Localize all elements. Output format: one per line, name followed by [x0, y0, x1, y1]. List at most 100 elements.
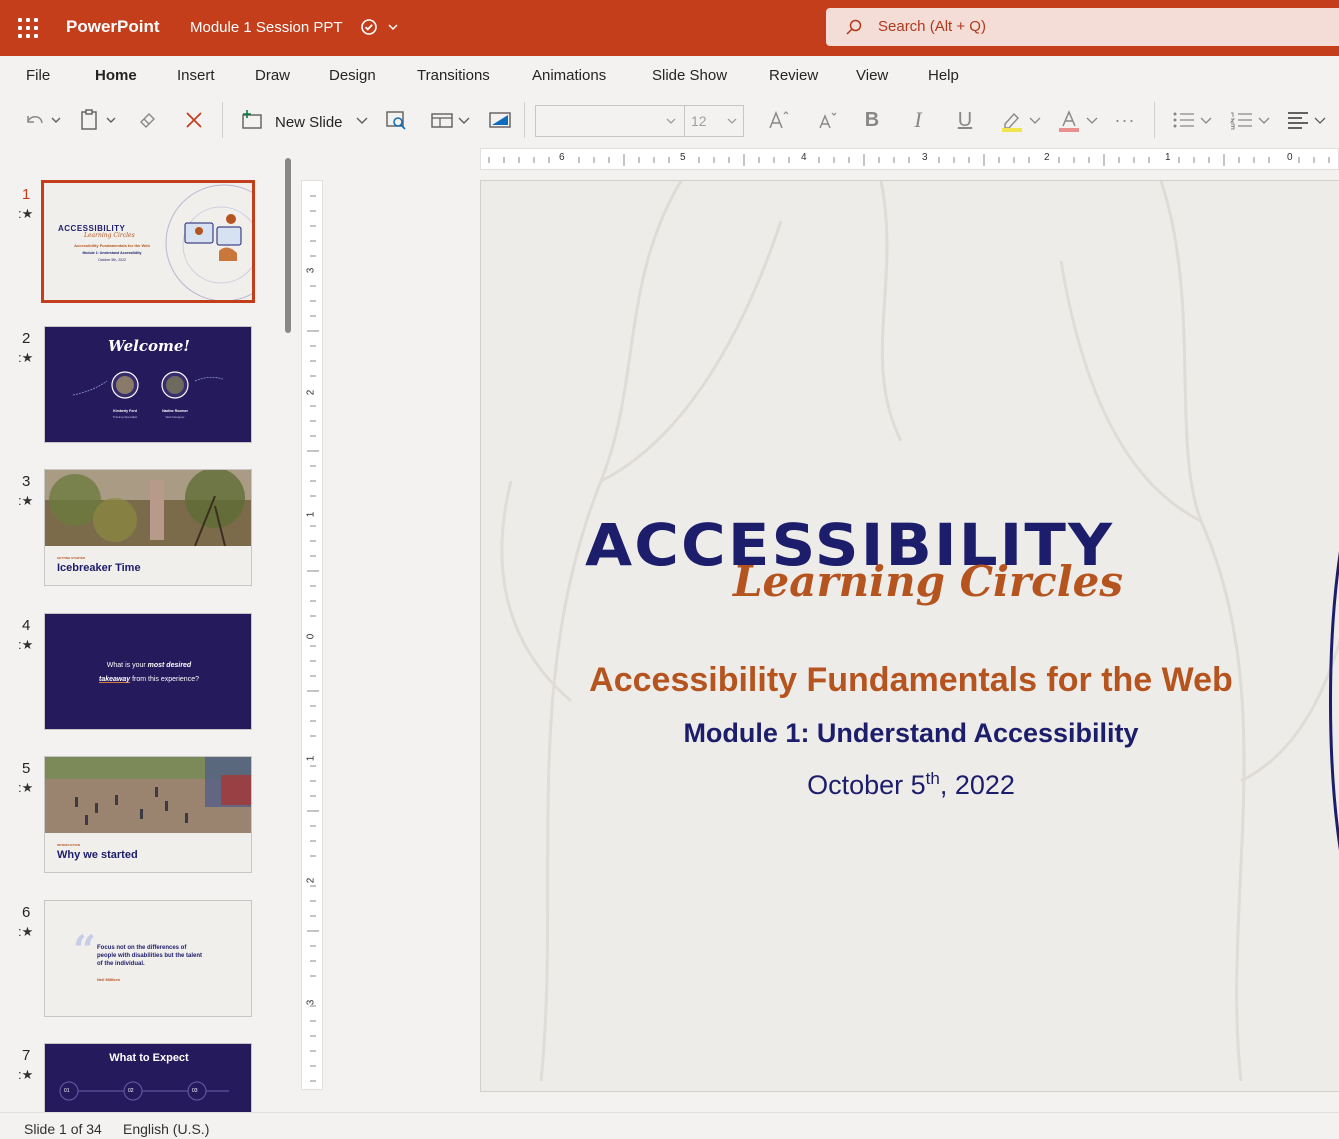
- language-indicator[interactable]: English (U.S.): [123, 1121, 209, 1137]
- horizontal-ruler: 6 5 4 3 2 1 0: [480, 148, 1339, 170]
- font-size-select[interactable]: 12: [684, 105, 744, 137]
- chevron-down-icon[interactable]: [386, 18, 400, 36]
- thumb-title: What to Expect: [109, 1052, 189, 1064]
- chevron-down-icon: [666, 118, 676, 124]
- thumb-question-line2: takeaway from this experience?: [45, 676, 251, 683]
- delete-icon[interactable]: [180, 106, 208, 134]
- ruler-label: 5: [680, 152, 686, 163]
- thumb-text: from this experience?: [130, 676, 199, 683]
- search-icon: [846, 19, 862, 35]
- vertical-ruler: 3 2 1 0 1 2 3: [301, 180, 323, 1090]
- status-bar: Slide 1 of 34 English (U.S.): [0, 1112, 1339, 1139]
- tab-insert[interactable]: Insert: [177, 67, 215, 84]
- layout-button[interactable]: [428, 106, 474, 134]
- italic-icon[interactable]: I: [904, 106, 932, 134]
- search-input[interactable]: Search (Alt + Q): [826, 8, 1339, 46]
- tree-background-image: [500, 181, 1339, 1082]
- slide-date-year: , 2022: [939, 770, 1015, 800]
- slide-date[interactable]: October 5th, 2022: [481, 769, 1339, 801]
- tab-transitions[interactable]: Transitions: [417, 67, 490, 84]
- numbering-button[interactable]: [1224, 106, 1274, 134]
- thumb-photo-crowd: [45, 757, 251, 833]
- ruler-label: 1: [305, 511, 317, 518]
- grow-font-icon[interactable]: [758, 106, 796, 134]
- thumbnail-slide-3[interactable]: GETTING STARTED Icebreaker Time: [44, 469, 252, 586]
- thumb-date: October 5th, 2022: [97, 258, 127, 262]
- app-name[interactable]: PowerPoint: [66, 17, 160, 37]
- thumb-illustration: [165, 184, 252, 300]
- align-button[interactable]: [1282, 106, 1332, 134]
- thumb-subtitle: Module 1: Understand Accessibility: [82, 251, 142, 255]
- slide-counter[interactable]: Slide 1 of 34: [24, 1121, 102, 1137]
- title-bar: PowerPoint Module 1 Session PPT Search (…: [0, 0, 1339, 56]
- tab-help[interactable]: Help: [928, 67, 959, 84]
- tab-review[interactable]: Review: [769, 67, 818, 84]
- animation-star-icon: :★: [18, 924, 34, 939]
- bullets-button[interactable]: [1166, 106, 1216, 134]
- thumb-person-2: Nadine Roomer: [162, 409, 188, 413]
- animation-star-icon: :★: [18, 780, 34, 795]
- tab-slide-show[interactable]: Slide Show: [652, 67, 727, 84]
- font-color-button[interactable]: [1054, 106, 1104, 134]
- font-family-select[interactable]: [535, 105, 685, 137]
- ruler-label: 3: [922, 152, 928, 163]
- thumb-question-line1: What is your most desired: [45, 662, 251, 669]
- tab-design[interactable]: Design: [329, 67, 376, 84]
- animation-star-icon: :★: [18, 493, 34, 508]
- chevron-down-icon: [727, 118, 737, 124]
- thumbnail-scrollbar[interactable]: [285, 158, 291, 333]
- thumbnail-slide-7[interactable]: What to Expect 01 02 03: [44, 1043, 252, 1112]
- thumbnail-number: 5: [22, 760, 31, 777]
- tab-draw[interactable]: Draw: [255, 67, 290, 84]
- thumb-person-1: Kimberly Ford: [113, 409, 137, 413]
- ruler-label: 1: [305, 755, 317, 762]
- more-options-icon[interactable]: ···: [1110, 106, 1140, 134]
- format-background-icon[interactable]: [486, 106, 514, 134]
- thumb-title: Icebreaker Time: [57, 562, 141, 574]
- tab-view[interactable]: View: [856, 67, 888, 84]
- highlight-color-button[interactable]: [996, 106, 1046, 134]
- underline-icon[interactable]: U: [951, 106, 979, 134]
- thumb-avatars: [72, 371, 224, 399]
- brand-script: Learning Circles: [733, 557, 1124, 606]
- thumb-quote: Focus not on the differences of people w…: [97, 945, 203, 967]
- thumbnail-slide-1[interactable]: ACCESSIBILITY Learning Circles Accessibi…: [41, 180, 255, 303]
- chevron-down-icon[interactable]: [352, 106, 372, 134]
- thumb-photo-trees: [45, 470, 251, 546]
- thumb-kicker: GETTING STARTED: [57, 556, 86, 560]
- reuse-slides-icon[interactable]: [382, 106, 410, 134]
- slide-canvas[interactable]: ACCESSIBILITY Learning Circles Accessibi…: [480, 180, 1339, 1092]
- slide-subtitle[interactable]: Module 1: Understand Accessibility: [481, 718, 1339, 749]
- ruler-label: 3: [305, 999, 317, 1006]
- thumb-text-bold: takeaway: [98, 676, 131, 683]
- thumb-script: Learning Circles: [84, 232, 135, 239]
- tab-animations[interactable]: Animations: [532, 67, 606, 84]
- tab-file[interactable]: File: [26, 67, 50, 84]
- shrink-font-icon[interactable]: [806, 106, 844, 134]
- thumb-step: 02: [128, 1088, 134, 1094]
- thumbnail-slide-4[interactable]: What is your most desired takeaway from …: [44, 613, 252, 730]
- bold-icon[interactable]: B: [858, 106, 886, 134]
- ruler-label: 3: [305, 267, 317, 274]
- paste-button[interactable]: [78, 106, 122, 134]
- slide-thumbnail-pane: 1 :★ ACCESSIBILITY Learning Circles Acce…: [0, 146, 300, 1112]
- thumbnail-slide-2[interactable]: Welcome! Kimberly Ford Training Speciali…: [44, 326, 252, 443]
- thumbnail-slide-6[interactable]: “ Focus not on the differences of people…: [44, 900, 252, 1017]
- undo-button[interactable]: [20, 106, 64, 134]
- new-slide-icon[interactable]: [236, 106, 268, 134]
- thumbnail-slide-5[interactable]: INTRODUCTION Why we started: [44, 756, 252, 873]
- thumb-step: 03: [192, 1088, 198, 1094]
- animation-star-icon: :★: [18, 350, 34, 365]
- ruler-label: 4: [801, 152, 807, 163]
- thumb-role-1: Training Specialist: [112, 415, 138, 419]
- new-slide-button[interactable]: New Slide: [275, 114, 343, 131]
- app-launcher-icon[interactable]: [16, 16, 40, 40]
- format-painter-icon[interactable]: [134, 106, 162, 134]
- thumbnail-number: 1: [22, 186, 31, 203]
- thumbnail-number: 7: [22, 1047, 31, 1064]
- slide-title[interactable]: Accessibility Fundamentals for the Web: [481, 661, 1339, 700]
- ruler-label: 6: [559, 152, 565, 163]
- document-title[interactable]: Module 1 Session PPT: [190, 19, 343, 36]
- animation-star-icon: :★: [18, 637, 34, 652]
- tab-home[interactable]: Home: [95, 67, 137, 84]
